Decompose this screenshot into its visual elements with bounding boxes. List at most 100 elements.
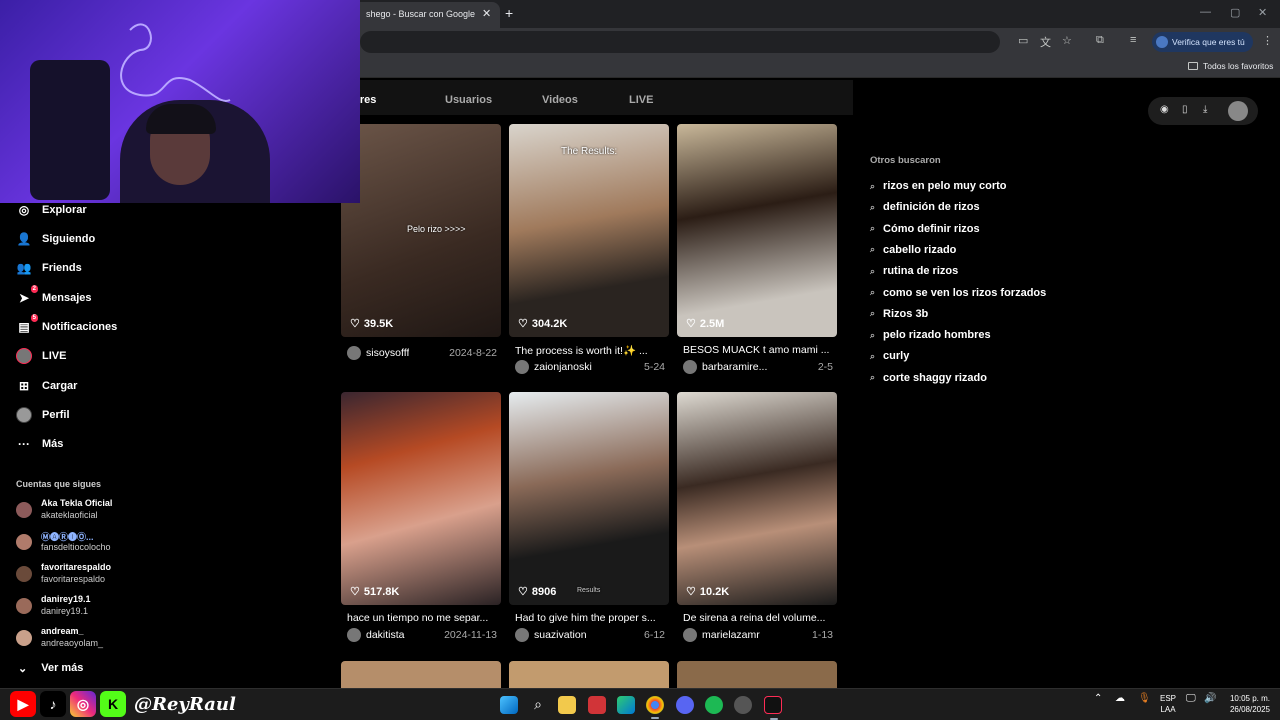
messages-badge: 2: [30, 285, 38, 293]
close-tab-icon[interactable]: ✕: [482, 7, 491, 20]
sidebar-item-notificaciones[interactable]: ▤ 5 Notificaciones: [16, 314, 117, 337]
video-caption[interactable]: Had to give him the proper s...: [515, 612, 665, 624]
maximize-icon[interactable]: ▢: [1230, 6, 1240, 19]
related-search-label: pelo rizado hombres: [883, 329, 991, 342]
related-search-item[interactable]: ⌕ corte shaggy rizado: [870, 370, 987, 386]
avatar[interactable]: [515, 628, 529, 642]
new-tab-button[interactable]: +: [505, 5, 513, 21]
related-search-item[interactable]: ⌕ cabello rizado: [870, 242, 956, 258]
edge-icon[interactable]: [617, 696, 635, 714]
video-thumbnail[interactable]: ♡ 10.2K: [677, 392, 837, 605]
network-icon[interactable]: 🖵: [1186, 693, 1196, 704]
address-bar[interactable]: [360, 31, 1000, 53]
settings-icon[interactable]: [734, 696, 752, 714]
minimize-icon[interactable]: —: [1200, 6, 1211, 18]
user-avatar[interactable]: [1228, 101, 1248, 121]
heart-icon: ♡: [350, 586, 360, 598]
translate-icon[interactable]: 文: [1040, 34, 1051, 50]
verify-identity-button[interactable]: Verifica que eres tú: [1152, 32, 1253, 52]
language-indicator[interactable]: ESP LAA: [1160, 693, 1176, 715]
upload-icon: ⊞: [18, 379, 30, 393]
tab-live[interactable]: LIVE: [629, 94, 653, 106]
video-thumbnail[interactable]: The Results: ♡ 304.2K: [509, 124, 669, 337]
video-thumbnail-partial[interactable]: [677, 661, 837, 688]
clock[interactable]: 10:05 p. m. 26/08/2025: [1224, 693, 1270, 715]
mobile-icon[interactable]: ▯: [1182, 104, 1188, 115]
sidebar-item-mensajes[interactable]: ➤ 2 Mensajes: [16, 285, 92, 308]
tiktok-icon[interactable]: [764, 696, 782, 720]
avatar[interactable]: [515, 360, 529, 374]
streamer-handle: @ReyRaul: [134, 693, 236, 715]
tab-videos[interactable]: Videos: [542, 94, 578, 106]
related-search-item[interactable]: ⌕ Cómo definir rizos: [870, 221, 980, 237]
video-author[interactable]: marielazamr: [702, 629, 760, 641]
chrome-icon[interactable]: [646, 696, 664, 719]
extensions-icon[interactable]: ⧉: [1096, 34, 1104, 47]
video-thumbnail[interactable]: ♡ 517.8K: [341, 392, 501, 605]
video-caption[interactable]: hace un tiempo no me separ...: [347, 612, 497, 624]
related-search-item[interactable]: ⌕ definición de rizos: [870, 199, 980, 215]
avatar[interactable]: [683, 360, 697, 374]
see-more-label: Ver más: [41, 662, 84, 674]
cast-icon[interactable]: ▭: [1018, 34, 1028, 47]
close-window-icon[interactable]: ✕: [1258, 6, 1267, 19]
chevron-up-icon[interactable]: ⌃: [1094, 693, 1102, 704]
coin-icon[interactable]: ◉: [1160, 104, 1169, 115]
video-author[interactable]: sisoysofff: [366, 347, 409, 359]
video-meta: marielazamr 1-13: [683, 628, 833, 642]
app-icon[interactable]: [588, 696, 606, 714]
video-thumbnail-partial[interactable]: [509, 661, 669, 688]
menu-kebab-icon[interactable]: ⋮: [1262, 34, 1273, 47]
related-search-item[interactable]: ⌕ rizos en pelo muy corto: [870, 178, 1007, 194]
cloud-icon[interactable]: ☁: [1115, 693, 1125, 704]
tab-title: shego - Buscar con Google: [366, 9, 476, 19]
like-value: 2.5M: [699, 317, 725, 330]
avatar[interactable]: [347, 628, 361, 642]
all-bookmarks-folder[interactable]: Todos los favoritos: [1188, 61, 1273, 71]
video-author[interactable]: barbaramire...: [702, 361, 767, 373]
more-icon: ···: [18, 437, 30, 451]
like-value: 517.8K: [363, 585, 400, 598]
search-tabs: ulares Usuarios Videos LIVE: [340, 80, 853, 115]
microphone-icon[interactable]: 🎙: [1138, 693, 1151, 704]
sidebar-item-live[interactable]: LIVE: [16, 346, 66, 366]
spotify-icon[interactable]: [705, 696, 723, 714]
video-caption[interactable]: De sirena a reina del volume...: [683, 612, 833, 624]
related-search-item[interactable]: ⌕ rutina de rizos: [870, 263, 958, 279]
bookmark-star-icon[interactable]: ☆: [1062, 34, 1072, 47]
sidebar-item-perfil[interactable]: Perfil: [16, 405, 70, 425]
tab-usuarios[interactable]: Usuarios: [445, 94, 492, 106]
video-thumbnail[interactable]: Pelo rizo >>>> ♡ 39.5K: [341, 124, 501, 337]
video-caption[interactable]: BESOS MUACK t amo mami ...: [683, 344, 833, 356]
start-icon[interactable]: [500, 696, 518, 714]
video-thumbnail-partial[interactable]: [341, 661, 501, 688]
sidebar-item-mas[interactable]: ··· Más: [16, 434, 63, 454]
reading-list-icon[interactable]: ≡: [1130, 34, 1136, 46]
related-search-item[interactable]: ⌕ curly: [870, 348, 909, 364]
related-search-item[interactable]: ⌕ pelo rizado hombres: [870, 327, 991, 343]
sidebar-item-friends[interactable]: 👥 Friends: [16, 258, 82, 278]
video-thumbnail[interactable]: ♡ 2.5M: [677, 124, 837, 337]
video-author[interactable]: suazivation: [534, 629, 587, 641]
browser-tab[interactable]: shego - Buscar con Google ✕: [352, 2, 500, 28]
avatar: [16, 566, 32, 582]
related-search-item[interactable]: ⌕ Rizos 3b: [870, 306, 928, 322]
search-icon[interactable]: ⌕: [529, 696, 547, 714]
notifications-icon: ▤ 5: [18, 314, 38, 334]
streamer-cap: [146, 104, 216, 134]
video-thumbnail[interactable]: Results ♡ 8906: [509, 392, 669, 605]
video-caption[interactable]: The process is worth it!✨ ...: [515, 344, 665, 357]
avatar[interactable]: [683, 628, 697, 642]
discord-icon[interactable]: [676, 696, 694, 714]
avatar[interactable]: [347, 346, 361, 360]
download-icon[interactable]: ⤓: [1203, 104, 1207, 115]
sidebar-item-cargar[interactable]: ⊞ Cargar: [16, 376, 78, 396]
video-author[interactable]: dakitista: [366, 629, 405, 641]
see-more-button[interactable]: ⌄ Ver más: [18, 662, 83, 675]
sidebar-item-siguiendo[interactable]: 👤 Siguiendo: [16, 229, 96, 249]
video-author[interactable]: zaionjanoski: [534, 361, 592, 373]
related-search-item[interactable]: ⌕ como se ven los rizos forzados: [870, 285, 1046, 301]
volume-icon[interactable]: 🔊: [1204, 693, 1216, 704]
sidebar-item-explorar[interactable]: ◎ Explorar: [16, 200, 87, 220]
file-explorer-icon[interactable]: [558, 696, 576, 714]
